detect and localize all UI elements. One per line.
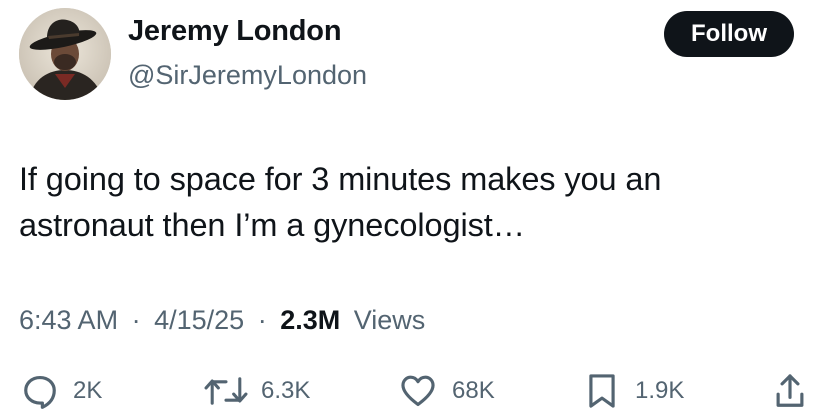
repost-count: 6.3K — [261, 377, 311, 404]
action-bar: 2K 6.3K 68K 1.9K — [0, 366, 828, 416]
tweet-text-line-2: astronaut then I’m a gynecologist… — [19, 207, 526, 243]
tweet-time[interactable]: 6:43 AM — [19, 305, 118, 335]
tweet-text: If going to space for 3 minutes makes yo… — [19, 156, 809, 248]
repost-icon — [204, 377, 248, 405]
meta-separator: · — [131, 305, 141, 335]
reply-icon — [24, 375, 56, 409]
author-handle[interactable]: @SirJeremyLondon — [128, 60, 367, 91]
views-label: Views — [353, 305, 426, 335]
tweet-meta: 6:43 AM · 4/15/25 · 2.3M Views — [19, 305, 425, 336]
bookmark-count: 1.9K — [635, 377, 685, 404]
bookmark-button[interactable]: 1.9K — [585, 366, 684, 416]
avatar[interactable] — [19, 8, 111, 100]
share-icon — [776, 374, 804, 407]
like-button[interactable]: 68K — [398, 366, 495, 416]
like-count: 68K — [452, 377, 495, 404]
tweet-date[interactable]: 4/15/25 — [154, 305, 244, 335]
repost-button[interactable]: 6.3K — [203, 366, 310, 416]
tweet-text-line-1: If going to space for 3 minutes makes yo… — [19, 161, 662, 197]
views-count: 2.3M — [280, 305, 341, 335]
avatar-image — [19, 8, 111, 100]
author-name[interactable]: Jeremy London — [128, 15, 342, 48]
tweet-card: Jeremy London @SirJeremyLondon Follow If… — [0, 0, 828, 419]
heart-icon — [401, 375, 435, 407]
reply-button[interactable]: 2K — [21, 366, 102, 416]
share-button[interactable] — [773, 366, 807, 416]
bookmark-icon — [589, 374, 615, 408]
reply-count: 2K — [73, 377, 103, 404]
meta-separator: · — [257, 305, 267, 335]
follow-button[interactable]: Follow — [664, 11, 794, 57]
